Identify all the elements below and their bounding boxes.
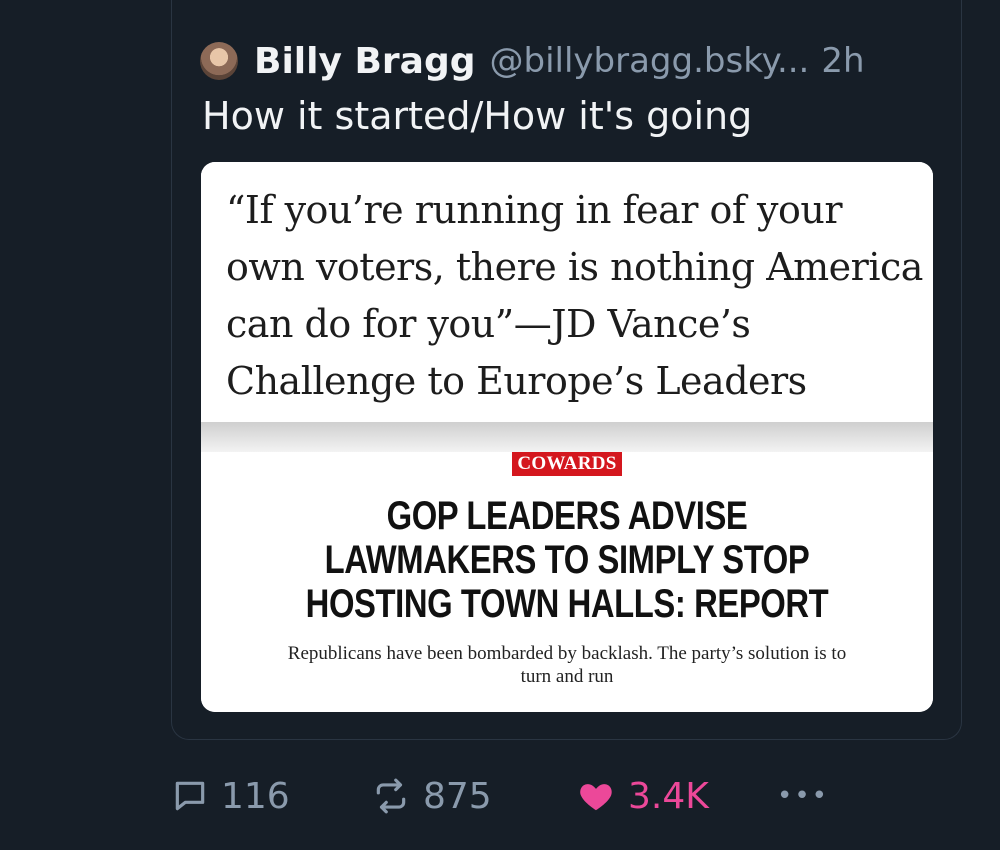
quote-text: “If you’re running in fear of your own v… bbox=[226, 188, 923, 403]
reply-button[interactable]: 116 bbox=[171, 768, 290, 824]
post-actions: 116 875 3.4K ••• bbox=[171, 768, 951, 824]
article-headline: GOP LEADERS ADVISE LAWMAKERS TO SIMPLY S… bbox=[305, 494, 829, 626]
repost-icon bbox=[376, 778, 406, 814]
avatar[interactable] bbox=[200, 42, 238, 80]
quote-panel: “If you’re running in fear of your own v… bbox=[201, 162, 933, 422]
repost-count: 875 bbox=[423, 775, 492, 817]
section-tag: COWARDS bbox=[512, 452, 622, 476]
post-timestamp[interactable]: 2h bbox=[821, 41, 864, 81]
article-panel: COWARDS GOP LEADERS ADVISE LAWMAKERS TO … bbox=[201, 452, 933, 712]
article-subhead: Republicans have been bombarded by backl… bbox=[287, 643, 847, 687]
repost-button[interactable]: 875 bbox=[371, 768, 492, 824]
more-options-button[interactable]: ••• bbox=[777, 768, 829, 824]
reply-icon bbox=[175, 781, 205, 811]
post-text: How it started/How it's going bbox=[202, 94, 753, 138]
author-name[interactable]: Billy Bragg bbox=[254, 41, 475, 82]
heart-icon bbox=[580, 784, 612, 811]
more-icon: ••• bbox=[777, 781, 830, 811]
post-image[interactable]: “If you’re running in fear of your own v… bbox=[201, 162, 933, 712]
like-count: 3.4K bbox=[628, 775, 709, 817]
like-button[interactable]: 3.4K bbox=[576, 768, 709, 824]
author-handle[interactable]: @billybragg.bsky... bbox=[489, 41, 809, 81]
reply-count: 116 bbox=[221, 775, 290, 817]
post-header: Billy Bragg @billybragg.bsky... 2h bbox=[200, 38, 865, 84]
